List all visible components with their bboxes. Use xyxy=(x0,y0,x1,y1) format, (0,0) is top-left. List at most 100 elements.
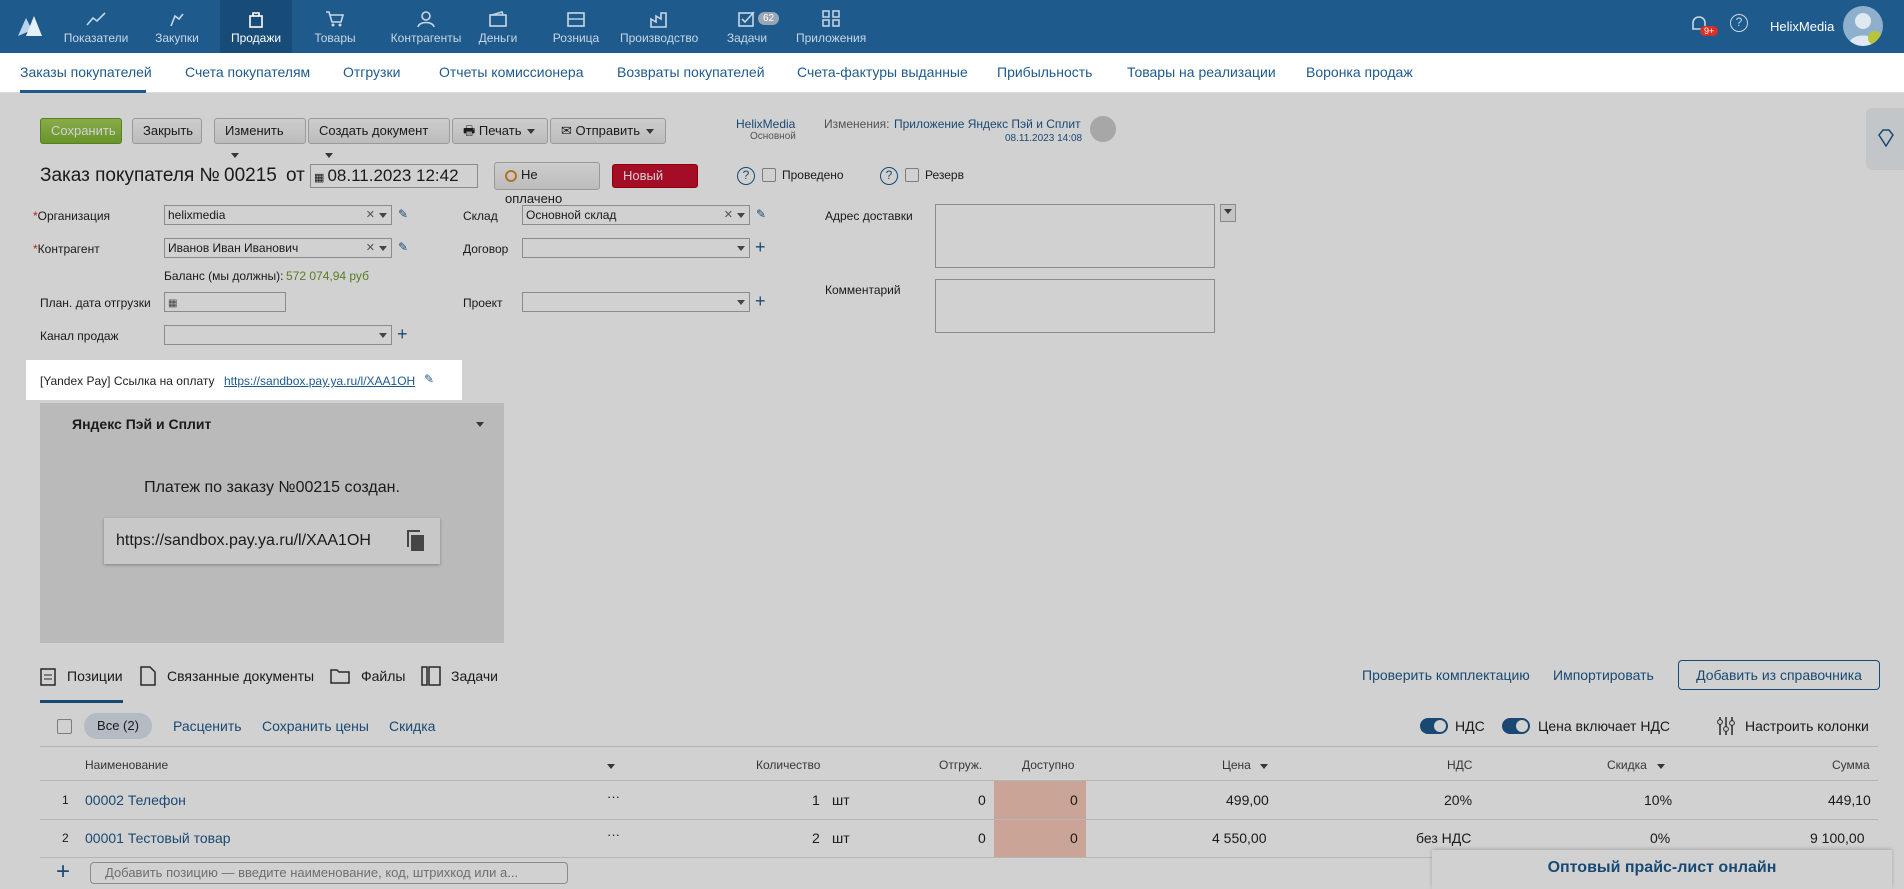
more-icon[interactable]: ··· xyxy=(607,827,620,842)
ship-date-field[interactable]: ▦ xyxy=(164,292,286,312)
settings-columns-icon[interactable] xyxy=(1716,716,1736,736)
price-value[interactable]: 4 550,00 xyxy=(1212,830,1267,846)
close-button[interactable]: Закрыть xyxy=(132,118,202,144)
discount-link[interactable]: Скидка xyxy=(389,718,435,734)
comment-textarea[interactable] xyxy=(935,279,1215,333)
column-header-quantity[interactable]: Количество xyxy=(756,758,820,772)
vat-value[interactable]: 20% xyxy=(1444,792,1472,808)
nav-indicators[interactable]: Показатели xyxy=(60,0,132,53)
nav-tasks[interactable]: Задачи xyxy=(725,0,769,53)
copy-icon[interactable] xyxy=(406,529,426,553)
tab-goods-on-sale[interactable]: Товары на реализации xyxy=(1127,64,1276,80)
counterparty-field[interactable]: Иванов Иван Иванович ✕ xyxy=(164,238,392,258)
nav-money[interactable]: Деньги xyxy=(475,0,521,53)
warehouse-field[interactable]: Основной склад ✕ xyxy=(522,205,750,225)
pencil-icon[interactable]: ✎ xyxy=(398,207,408,221)
add-from-catalog-button[interactable]: Добавить из справочника xyxy=(1678,660,1880,690)
order-number[interactable]: 00215 xyxy=(224,165,277,187)
project-field[interactable] xyxy=(522,292,750,312)
chevron-down-icon[interactable] xyxy=(1260,764,1268,769)
column-header-name[interactable]: Наименование xyxy=(85,758,168,772)
help-icon[interactable]: ? xyxy=(1730,14,1748,32)
vat-toggle[interactable] xyxy=(1420,718,1448,734)
tab-customer-invoices[interactable]: Счета покупателям xyxy=(185,64,310,80)
print-button[interactable]: 🖶 Печать xyxy=(452,118,548,144)
tab-sales-funnel[interactable]: Воронка продаж xyxy=(1306,64,1413,80)
contract-field[interactable] xyxy=(522,238,750,258)
column-header-available[interactable]: Доступно xyxy=(1022,758,1074,772)
chevron-down-icon[interactable] xyxy=(379,246,387,251)
add-icon[interactable]: + xyxy=(755,238,766,256)
tab-files[interactable]: Файлы xyxy=(361,668,405,684)
address-expand-button[interactable] xyxy=(1220,204,1236,222)
create-document-button[interactable]: Создать документ xyxy=(308,118,450,159)
column-header-shipped[interactable]: Отгруж. xyxy=(939,758,982,772)
filter-all-chip[interactable]: Все (2) xyxy=(84,713,152,739)
configure-columns-label[interactable]: Настроить колонки xyxy=(1745,718,1869,734)
avatar[interactable] xyxy=(1843,6,1883,46)
promo-banner[interactable]: Оптовый прайс-лист онлайн xyxy=(1432,850,1892,889)
add-row-icon[interactable]: + xyxy=(56,860,70,884)
nav-production[interactable]: Производство xyxy=(620,0,698,53)
nav-sales[interactable]: Продажи xyxy=(220,0,292,53)
nav-apps[interactable]: Приложения xyxy=(796,0,866,53)
more-icon[interactable]: ··· xyxy=(607,789,620,804)
chevron-down-icon[interactable] xyxy=(379,213,387,218)
add-position-input[interactable]: Добавить позицию — введите наименование,… xyxy=(90,862,568,884)
column-header-discount[interactable]: Скидка xyxy=(1607,758,1647,772)
send-button[interactable]: ✉ Отправить xyxy=(550,118,666,144)
product-link[interactable]: 00002 Телефон xyxy=(85,792,186,808)
channel-field[interactable] xyxy=(164,325,392,345)
pencil-icon[interactable]: ✎ xyxy=(398,240,408,254)
order-date-field[interactable]: ▦ 08.11.2023 12:42 xyxy=(310,164,478,188)
side-widget-button[interactable] xyxy=(1866,108,1904,170)
tab-tasks[interactable]: Задачи xyxy=(451,668,498,684)
tab-returns[interactable]: Возвраты покупателей xyxy=(617,64,765,80)
owner-org[interactable]: HelixMedia xyxy=(736,117,795,131)
org-field[interactable]: helixmedia ✕ xyxy=(164,205,392,225)
chevron-down-icon[interactable] xyxy=(1657,764,1665,769)
chevron-down-icon[interactable] xyxy=(737,246,745,251)
changes-value[interactable]: Приложение Яндекс Пэй и Сплит xyxy=(894,117,1081,131)
payment-status-button[interactable]: Не оплачено xyxy=(494,162,600,206)
column-header-price[interactable]: Цена xyxy=(1222,758,1251,772)
status-dropdown[interactable]: Новый xyxy=(612,164,698,202)
clear-icon[interactable]: ✕ xyxy=(366,239,375,257)
quantity-value[interactable]: 1 xyxy=(812,792,820,808)
product-link[interactable]: 00001 Тестовый товар xyxy=(85,830,231,846)
add-icon[interactable]: + xyxy=(755,292,766,310)
quantity-value[interactable]: 2 xyxy=(812,830,820,846)
column-header-sum[interactable]: Сумма xyxy=(1832,758,1870,772)
discount-value[interactable]: 10% xyxy=(1644,792,1672,808)
discount-value[interactable]: 0% xyxy=(1650,830,1670,846)
tab-shipments[interactable]: Отгрузки xyxy=(343,64,400,80)
pencil-icon[interactable]: ✎ xyxy=(424,372,434,386)
tab-issued-invoices[interactable]: Счета-фактуры выданные xyxy=(797,64,968,80)
reprice-link[interactable]: Расценить xyxy=(173,718,242,734)
chevron-down-icon[interactable] xyxy=(737,300,745,305)
nav-purchases[interactable]: Закупки xyxy=(142,0,212,53)
check-assembly-link[interactable]: Проверить комплектацию xyxy=(1362,667,1530,683)
import-link[interactable]: Импортировать xyxy=(1553,667,1654,683)
tab-commission-reports[interactable]: Отчеты комиссионера xyxy=(439,64,584,80)
nav-retail[interactable]: Розница xyxy=(550,0,602,53)
help-icon[interactable]: ? xyxy=(737,167,755,185)
chevron-down-icon[interactable] xyxy=(379,333,387,338)
add-icon[interactable]: + xyxy=(397,325,408,343)
yandex-payment-link[interactable]: https://sandbox.pay.ya.ru/l/XAA1OH xyxy=(224,374,415,388)
chevron-down-icon[interactable] xyxy=(607,764,615,769)
tab-related-documents[interactable]: Связанные документы xyxy=(167,668,314,684)
pencil-icon[interactable]: ✎ xyxy=(756,207,766,221)
clear-icon[interactable]: ✕ xyxy=(366,206,375,224)
edit-button[interactable]: Изменить xyxy=(214,118,306,159)
nav-goods[interactable]: Товары xyxy=(305,0,365,53)
clear-icon[interactable]: ✕ xyxy=(724,206,733,224)
tab-profitability[interactable]: Прибыльность xyxy=(997,64,1092,80)
price-value[interactable]: 499,00 xyxy=(1226,792,1269,808)
price-includes-vat-toggle[interactable] xyxy=(1502,718,1530,734)
help-icon[interactable]: ? xyxy=(880,167,898,185)
chevron-down-icon[interactable] xyxy=(737,213,745,218)
select-all-checkbox[interactable] xyxy=(57,719,72,734)
chevron-down-icon[interactable] xyxy=(476,422,484,427)
nav-counterparties[interactable]: Контрагенты xyxy=(378,0,474,53)
